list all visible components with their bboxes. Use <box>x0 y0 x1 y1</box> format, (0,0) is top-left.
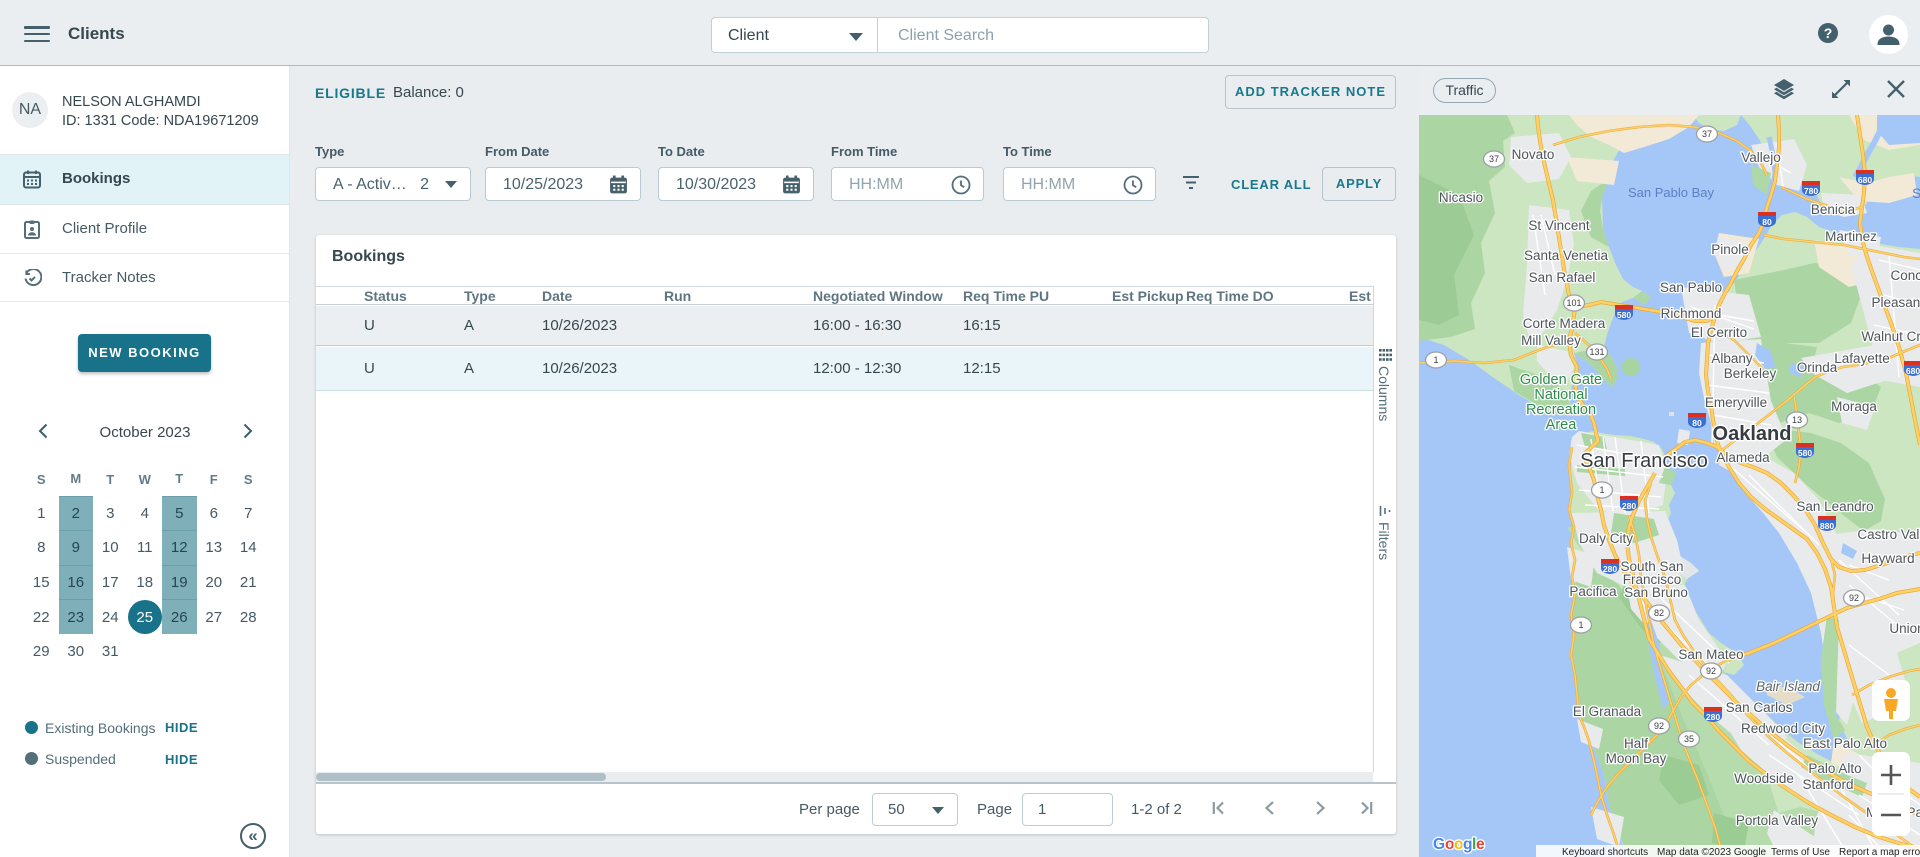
svg-text:92: 92 <box>1654 721 1664 731</box>
svg-text:San Pablo Bay: San Pablo Bay <box>1628 185 1715 200</box>
svg-text:880: 880 <box>1820 521 1835 531</box>
svg-text:13: 13 <box>1792 415 1802 425</box>
svg-text:Pleasant Hill: Pleasant Hill <box>1871 295 1920 310</box>
svg-text:Alameda: Alameda <box>1716 450 1770 465</box>
svg-text:580: 580 <box>1798 448 1813 458</box>
svg-text:92: 92 <box>1849 593 1859 603</box>
svg-text:National: National <box>1534 387 1587 403</box>
svg-text:Albany: Albany <box>1711 351 1753 366</box>
svg-text:Bair Island: Bair Island <box>1756 679 1820 694</box>
svg-text:Golden Gate: Golden Gate <box>1520 372 1602 388</box>
svg-text:Benicia: Benicia <box>1811 202 1856 217</box>
svg-text:101: 101 <box>1566 298 1581 308</box>
svg-text:1: 1 <box>1599 485 1604 495</box>
svg-text:580: 580 <box>1617 310 1632 320</box>
svg-text:Concord: Concord <box>1890 268 1920 283</box>
svg-text:El Granada: El Granada <box>1573 704 1642 719</box>
svg-text:280: 280 <box>1706 712 1721 722</box>
svg-text:Novato: Novato <box>1512 147 1555 162</box>
svg-text:Daly City: Daly City <box>1579 531 1633 546</box>
svg-text:Terms of Use: Terms of Use <box>1771 847 1830 857</box>
svg-text:Report a map error: Report a map error <box>1839 847 1920 857</box>
svg-text:Palo Alto: Palo Alto <box>1808 761 1861 776</box>
svg-text:Moon Bay: Moon Bay <box>1606 751 1667 766</box>
svg-text:80: 80 <box>1692 418 1702 428</box>
svg-text:82: 82 <box>1654 608 1664 618</box>
svg-text:Hayward: Hayward <box>1861 551 1914 566</box>
svg-text:80: 80 <box>1762 217 1772 227</box>
svg-text:San Rafael: San Rafael <box>1529 270 1596 285</box>
svg-text:Portola Valley: Portola Valley <box>1736 813 1819 828</box>
svg-text:San Leandro: San Leandro <box>1796 499 1873 514</box>
svg-text:92: 92 <box>1706 666 1716 676</box>
svg-text:Emeryville: Emeryville <box>1705 395 1767 410</box>
svg-text:San Pablo: San Pablo <box>1660 280 1722 295</box>
svg-text:Vallejo: Vallejo <box>1741 150 1781 165</box>
svg-text:131: 131 <box>1589 347 1604 357</box>
svg-text:Castro Valley: Castro Valley <box>1857 527 1920 542</box>
svg-text:Stanford: Stanford <box>1802 777 1853 792</box>
svg-text:San Mateo: San Mateo <box>1678 647 1743 662</box>
svg-text:1: 1 <box>1433 355 1438 365</box>
svg-text:Pinole: Pinole <box>1711 242 1749 257</box>
svg-text:780: 780 <box>1804 186 1819 196</box>
svg-text:Walnut Creek: Walnut Creek <box>1861 329 1920 344</box>
svg-text:Woodside: Woodside <box>1734 771 1794 786</box>
svg-text:Half: Half <box>1624 736 1648 751</box>
svg-text:Area: Area <box>1546 417 1578 433</box>
svg-text:35: 35 <box>1684 734 1694 744</box>
svg-text:1: 1 <box>1578 620 1583 630</box>
svg-text:Corte Madera: Corte Madera <box>1523 316 1606 331</box>
svg-text:Su: Su <box>1912 185 1920 201</box>
svg-text:Mill Valley: Mill Valley <box>1521 333 1581 348</box>
svg-text:Oakland: Oakland <box>1713 423 1792 445</box>
svg-text:37: 37 <box>1702 129 1712 139</box>
svg-text:Martinez: Martinez <box>1825 229 1877 244</box>
svg-text:e: e <box>1476 836 1485 853</box>
svg-text:East Palo Alto: East Palo Alto <box>1803 736 1887 751</box>
svg-text:San Bruno: San Bruno <box>1624 585 1688 600</box>
svg-text:Pacifica: Pacifica <box>1569 584 1617 599</box>
svg-text:Richmond: Richmond <box>1661 306 1722 321</box>
svg-text:Berkeley: Berkeley <box>1724 366 1777 381</box>
svg-text:San Francisco: San Francisco <box>1580 450 1708 472</box>
svg-text:680: 680 <box>1906 366 1920 376</box>
svg-text:680: 680 <box>1858 175 1873 185</box>
svg-text:280: 280 <box>1622 501 1637 511</box>
svg-text:Lafayette: Lafayette <box>1834 351 1890 366</box>
svg-text:Nicasio: Nicasio <box>1439 190 1483 205</box>
svg-text:Recreation: Recreation <box>1526 402 1596 418</box>
svg-text:San Carlos: San Carlos <box>1726 700 1793 715</box>
svg-text:Moraga: Moraga <box>1831 399 1877 414</box>
svg-text:Santa Venetia: Santa Venetia <box>1524 248 1609 263</box>
svg-text:Redwood City: Redwood City <box>1741 721 1825 736</box>
svg-text:Orinda: Orinda <box>1797 360 1838 375</box>
svg-text:280: 280 <box>1603 564 1618 574</box>
svg-text:El Cerrito: El Cerrito <box>1691 325 1747 340</box>
svg-text:Map data ©2023 Google: Map data ©2023 Google <box>1657 847 1767 857</box>
svg-text:37: 37 <box>1489 154 1499 164</box>
svg-text:Union: Union <box>1889 621 1920 636</box>
svg-text:G: G <box>1433 836 1445 853</box>
svg-text:St Vincent: St Vincent <box>1528 218 1590 233</box>
svg-text:Keyboard shortcuts: Keyboard shortcuts <box>1562 847 1648 857</box>
